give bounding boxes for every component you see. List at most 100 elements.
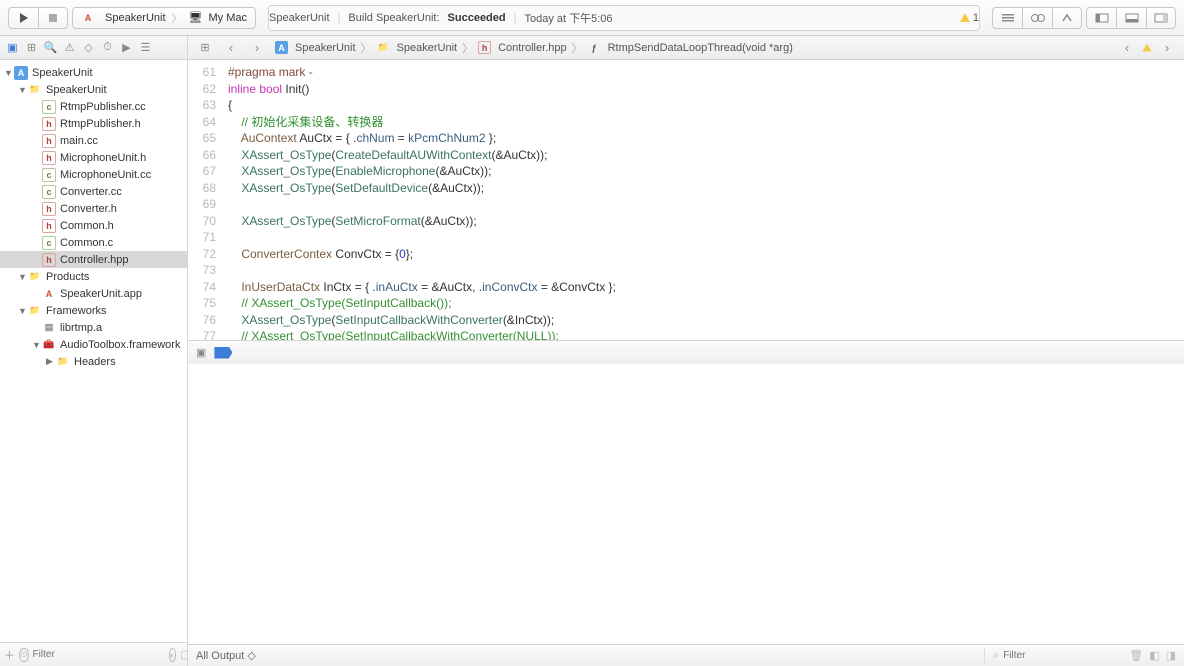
issue-navigator-icon[interactable]: ⚠ <box>61 39 78 56</box>
main-area: ▣ ⊞ 🔍 ⚠ ◇ ⏱ ▶ ☰ ▼ASpeakerUnit▼📁SpeakerUn… <box>0 36 1184 666</box>
file-icon: 🧰 <box>42 338 56 352</box>
disclosure-icon[interactable]: ▼ <box>32 340 42 350</box>
file-icon: h <box>42 219 56 233</box>
tree-row[interactable]: ▼📁 SpeakerUnit <box>0 81 187 98</box>
run-button[interactable] <box>8 7 38 29</box>
warning-badge[interactable]: 1 <box>960 12 979 24</box>
tree-label: Headers <box>74 356 116 368</box>
tree-row[interactable]: hMicrophoneUnit.h <box>0 149 187 166</box>
console-left-pane-icon[interactable]: ◧ <box>1149 649 1159 662</box>
toggle-bottom-panel-button[interactable] <box>1116 7 1146 29</box>
navigator-panel: ▣ ⊞ 🔍 ⚠ ◇ ⏱ ▶ ☰ ▼ASpeakerUnit▼📁SpeakerUn… <box>0 36 188 666</box>
breadcrumb-item[interactable]: ASpeakerUnit <box>272 41 359 54</box>
project-tree[interactable]: ▼ASpeakerUnit▼📁SpeakerUnitcRtmpPublisher… <box>0 60 187 642</box>
tree-row[interactable]: ▼🧰AudioToolbox.framework <box>0 336 187 353</box>
report-navigator-icon[interactable]: ☰ <box>137 39 154 56</box>
disclosure-icon[interactable]: ▼ <box>18 85 28 95</box>
console-bar: All Output ◇ ⌕ 🗑 ◧ ◨ <box>188 644 1184 666</box>
console-output-selector[interactable]: All Output ◇ <box>196 649 256 662</box>
code-editor[interactable]: 6162636465666768697071727374757677787980… <box>188 60 1184 340</box>
tree-label: Common.h <box>60 220 114 232</box>
file-icon: c <box>42 168 56 182</box>
tree-label: MicrophoneUnit.h <box>60 152 146 164</box>
recent-filter-icon[interactable]: ⊙ <box>19 648 29 662</box>
warning-icon <box>960 13 970 22</box>
tree-row[interactable]: cMicrophoneUnit.cc <box>0 166 187 183</box>
clear-console-icon[interactable]: 🗑 <box>1129 649 1143 662</box>
navigator-filter-input[interactable] <box>33 647 165 663</box>
toggle-breakpoints-icon[interactable]: ▣ <box>196 346 206 359</box>
tree-label: Products <box>46 271 89 283</box>
tree-row[interactable]: cConverter.cc <box>0 183 187 200</box>
tree-row[interactable]: ▶📁Headers <box>0 353 187 370</box>
breadcrumb-item[interactable]: 📁SpeakerUnit <box>374 41 461 54</box>
crumb-icon: h <box>478 41 491 54</box>
add-icon[interactable]: ＋ <box>4 647 15 663</box>
related-items-icon[interactable]: ⊞ <box>194 39 216 57</box>
scheme-name: SpeakerUnit <box>105 12 166 24</box>
breadcrumb-item[interactable]: hController.hpp <box>475 41 570 54</box>
file-icon: c <box>42 185 56 199</box>
scheme-selector[interactable]: A SpeakerUnit 〉 🖥 My Mac <box>72 7 256 29</box>
disclosure-icon[interactable]: ▼ <box>18 272 28 282</box>
run-group <box>8 7 68 29</box>
tree-row[interactable]: cCommon.c <box>0 234 187 251</box>
crumb-icon: ƒ <box>588 41 601 54</box>
activity-action: Build SpeakerUnit: <box>348 12 439 24</box>
tree-row[interactable]: hRtmpPublisher.h <box>0 115 187 132</box>
standard-editor-button[interactable] <box>992 7 1022 29</box>
forward-button[interactable]: › <box>246 39 268 57</box>
back-button[interactable]: ‹ <box>220 39 242 57</box>
file-icon: 📁 <box>28 83 42 97</box>
tree-row[interactable]: ▼📁Frameworks <box>0 302 187 319</box>
console-filter-input[interactable] <box>1003 648 1123 664</box>
debug-bar: ▣ <box>188 340 1184 364</box>
activity-viewer[interactable]: SpeakerUnit | Build SpeakerUnit: Succeed… <box>268 5 980 31</box>
tree-row[interactable]: cRtmpPublisher.cc <box>0 98 187 115</box>
file-icon: h <box>42 202 56 216</box>
code-content[interactable]: #pragma mark -inline bool Init(){ // 初始化… <box>224 60 1184 340</box>
find-navigator-icon[interactable]: 🔍 <box>42 39 59 56</box>
tree-row[interactable]: hController.hpp <box>0 251 187 268</box>
tree-label: SpeakerUnit.app <box>60 288 142 300</box>
stop-button[interactable] <box>38 7 68 29</box>
symbol-navigator-icon[interactable]: ⊞ <box>23 39 40 56</box>
activity-status: Succeeded <box>448 12 506 24</box>
disclosure-icon[interactable]: ▼ <box>4 68 14 78</box>
breadcrumb-item[interactable]: ƒRtmpSendDataLoopThread(void *arg) <box>585 41 796 54</box>
prev-issue-button[interactable]: ‹ <box>1116 39 1138 57</box>
navigator-filter-bar: ＋ ⊙ ◐ ▢ <box>0 642 187 666</box>
scheme-separator: 〉 <box>172 10 183 26</box>
toggle-right-panel-button[interactable] <box>1146 7 1176 29</box>
test-navigator-icon[interactable]: ◇ <box>80 39 97 56</box>
tree-row[interactable]: ▼📁Products <box>0 268 187 285</box>
scheme-dest-icon: 🖥 <box>189 11 203 24</box>
next-issue-button[interactable]: › <box>1156 39 1178 57</box>
disclosure-icon[interactable]: ▼ <box>18 306 28 316</box>
toggle-left-panel-button[interactable] <box>1086 7 1116 29</box>
panel-toggle-group <box>1086 7 1176 29</box>
crumb-icon: 📁 <box>377 41 390 54</box>
tree-label: librtmp.a <box>60 322 102 334</box>
tree-row[interactable]: h Common.h <box>0 217 187 234</box>
version-editor-button[interactable] <box>1052 7 1082 29</box>
tree-label: SpeakerUnit <box>46 84 107 96</box>
tree-label: Frameworks <box>46 305 107 317</box>
breakpoint-tag-icon[interactable] <box>214 347 232 359</box>
issue-warning-icon[interactable] <box>1143 43 1152 51</box>
disclosure-icon[interactable]: ▶ <box>46 356 56 367</box>
tree-row[interactable]: hConverter.h <box>0 200 187 217</box>
activity-target: SpeakerUnit <box>269 12 330 24</box>
scm-filter-icon[interactable]: ◐ <box>169 648 176 662</box>
tree-row[interactable]: ▼ASpeakerUnit <box>0 64 187 81</box>
tree-row[interactable]: hmain.cc <box>0 132 187 149</box>
tree-row[interactable]: ▤librtmp.a <box>0 319 187 336</box>
activity-time: Today at 下午5:06 <box>524 10 612 26</box>
debug-navigator-icon[interactable]: ⏱ <box>99 39 116 56</box>
tree-label: Controller.hpp <box>60 254 129 266</box>
tree-row[interactable]: ASpeakerUnit.app <box>0 285 187 302</box>
project-navigator-icon[interactable]: ▣ <box>4 39 21 56</box>
console-right-pane-icon[interactable]: ◨ <box>1166 649 1176 662</box>
breakpoint-navigator-icon[interactable]: ▶ <box>118 39 135 56</box>
assistant-editor-button[interactable] <box>1022 7 1052 29</box>
